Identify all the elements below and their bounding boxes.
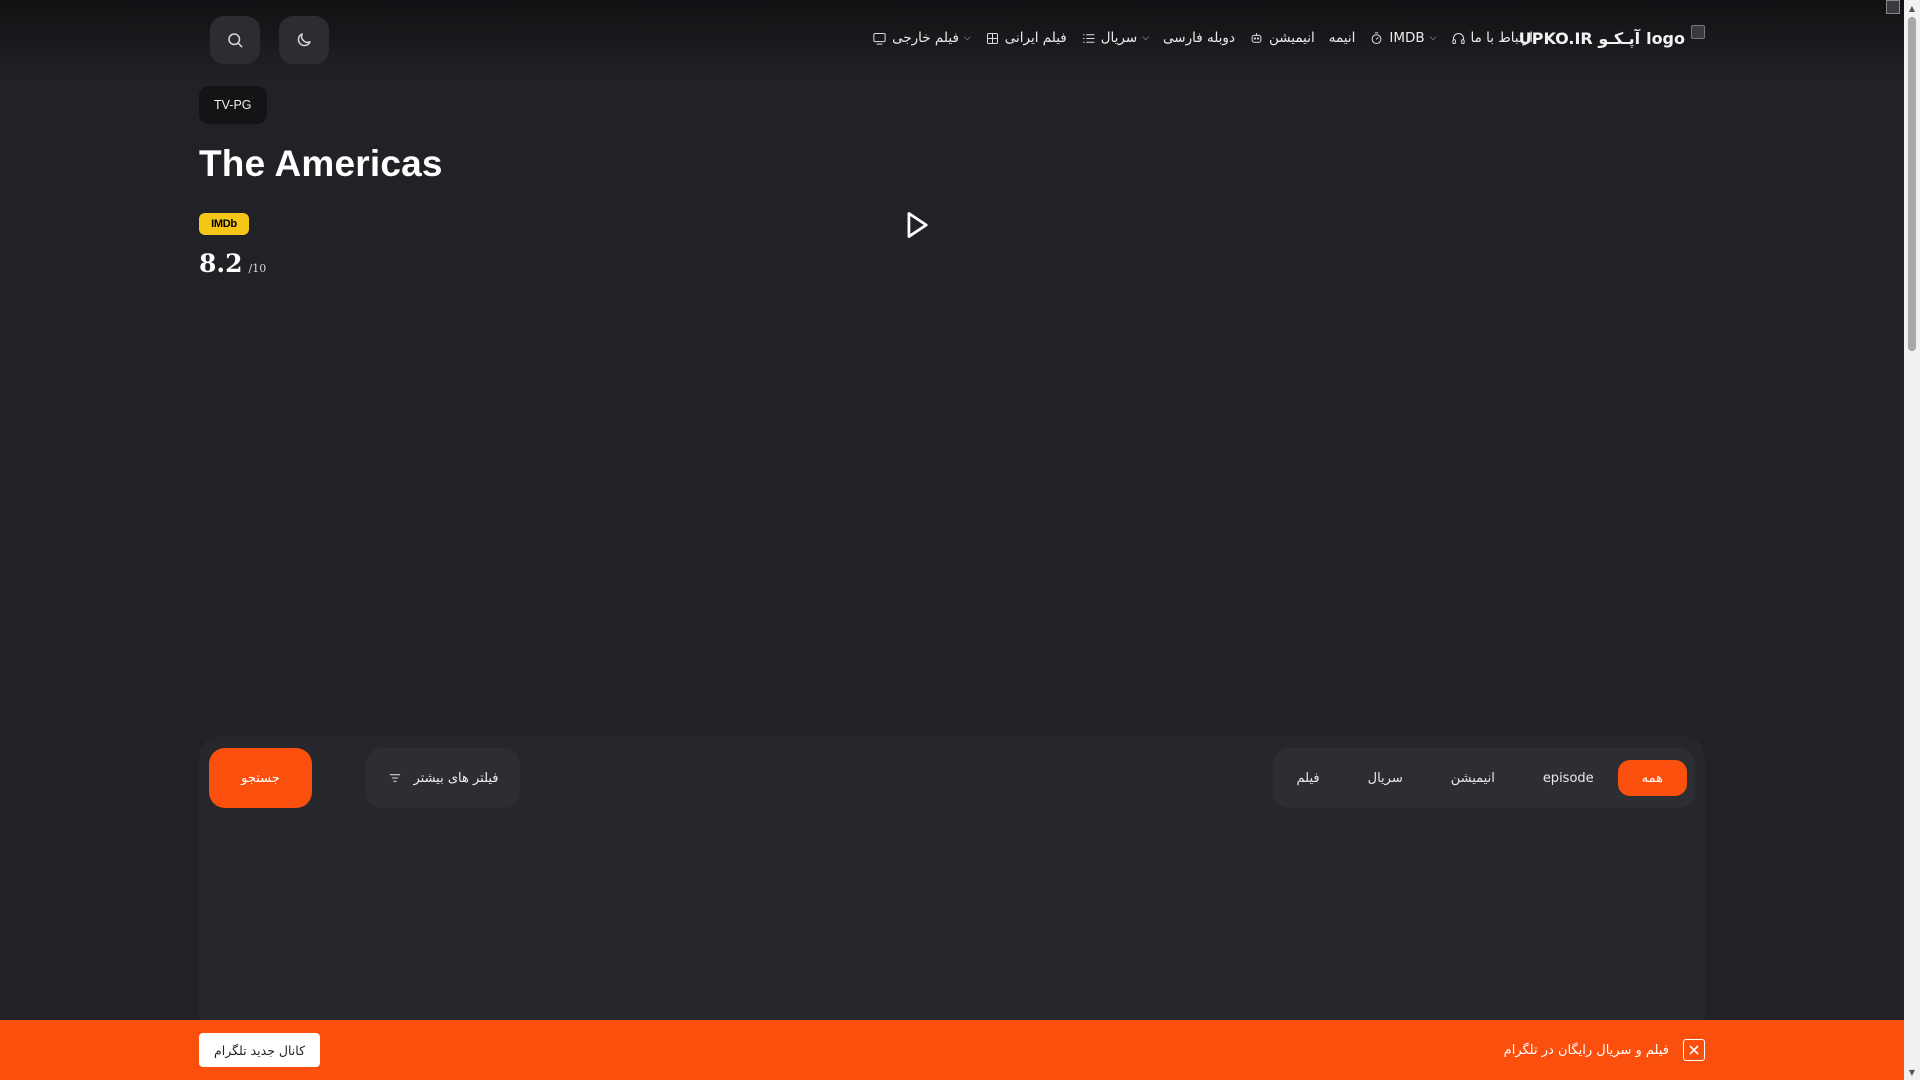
nav-label: انیمیشن: [1268, 30, 1315, 46]
play-icon: [907, 212, 928, 238]
page-title: The Americas: [199, 143, 443, 184]
nav-item-contact[interactable]: ارتباط با ما: [1451, 30, 1534, 46]
more-filters-button[interactable]: فیلتر های بیشتر: [366, 748, 520, 808]
nav-label: ارتباط با ما: [1470, 30, 1534, 46]
timer-icon: [1372, 31, 1382, 44]
robot-icon: [1251, 32, 1262, 43]
list-icon: [1082, 33, 1095, 43]
chevron-down-icon: ⌵: [963, 33, 971, 43]
scrollbar[interactable]: ▲ ▼: [1904, 0, 1920, 1080]
nav-label: سریال: [1100, 30, 1138, 46]
main-nav: فیلم خارجی ⌵ فیلم ایرانی سریال ⌵ دوبله ف…: [872, 22, 1533, 54]
telegram-channel-button[interactable]: کانال جدید تلگرام: [199, 1033, 321, 1067]
theme-toggle-button[interactable]: [279, 16, 329, 64]
page: UPKO.IR آپـکـو logo فیلم خارجی ⌵ فیلم ای…: [0, 0, 1904, 1080]
nav-label: IMDB: [1389, 30, 1425, 46]
logo-text: UPKO.IR آپـکـو: [1518, 28, 1641, 48]
score-max: /10: [248, 262, 267, 275]
tab-movie[interactable]: فیلم: [1273, 760, 1344, 796]
moon-icon: [297, 33, 311, 47]
broken-image-icon: [1886, 0, 1900, 14]
headset-icon: [1451, 32, 1465, 44]
broken-image-icon: [1691, 25, 1705, 39]
nav-label: انیمه: [1328, 30, 1356, 46]
nav-item-anime[interactable]: انیمه: [1329, 30, 1356, 46]
nav-label: فیلم ایرانی: [1004, 30, 1067, 46]
tab-episode[interactable]: episode: [1519, 760, 1618, 796]
promo-message: فیلم و سریال رایگان در تلگرام: [1504, 1039, 1705, 1061]
scroll-thumb[interactable]: [1908, 17, 1916, 351]
score-value: 8.2: [199, 249, 243, 278]
search-icon: [228, 33, 243, 48]
filter-icon: [390, 774, 401, 782]
scroll-up-arrow-icon[interactable]: ▲: [1904, 0, 1920, 16]
imdb-score: 8.2 /10: [199, 249, 266, 278]
nav-item-iranian-movies[interactable]: فیلم ایرانی: [985, 30, 1067, 46]
monitor-icon: [873, 32, 886, 45]
tab-series[interactable]: سریال: [1344, 760, 1427, 796]
search-button[interactable]: [210, 16, 260, 64]
telegram-promo-bar: کانال جدید تلگرام فیلم و سریال رایگان در…: [0, 1020, 1904, 1080]
tab-all[interactable]: همه: [1617, 760, 1687, 796]
type-tabs: همه episode انیمیشن سریال فیلم: [1273, 748, 1695, 808]
nav-label: دوبله فارسی: [1163, 30, 1235, 46]
close-promo-button[interactable]: [1683, 1039, 1705, 1061]
grid-icon: [986, 32, 998, 44]
filter-search-button[interactable]: جستجو: [209, 748, 312, 808]
nav-item-animation[interactable]: انیمیشن: [1249, 30, 1315, 46]
nav-item-series[interactable]: سریال ⌵: [1081, 30, 1149, 46]
nav-label: فیلم خارجی: [892, 30, 959, 46]
more-filters-label: فیلتر های بیشتر: [413, 770, 499, 786]
site-header: UPKO.IR آپـکـو logo فیلم خارجی ⌵ فیلم ای…: [0, 0, 1904, 80]
scroll-down-arrow-icon[interactable]: ▼: [1904, 1064, 1920, 1080]
nav-item-persian-dub[interactable]: دوبله فارسی: [1163, 30, 1235, 46]
logo-alt-text: logo: [1646, 28, 1685, 48]
tab-animation[interactable]: انیمیشن: [1427, 760, 1519, 796]
close-icon: [1689, 1045, 1699, 1055]
play-trailer-button[interactable]: [902, 209, 932, 241]
imdb-badge: IMDb: [199, 213, 249, 235]
nav-item-imdb[interactable]: IMDB ⌵: [1369, 30, 1437, 46]
chevron-down-icon: ⌵: [1142, 33, 1150, 43]
content-rating-badge: TV-PG: [199, 86, 267, 124]
promo-text: فیلم و سریال رایگان در تلگرام: [1503, 1042, 1669, 1058]
site-logo[interactable]: UPKO.IR آپـکـو logo: [1519, 25, 1705, 51]
chevron-down-icon: ⌵: [1429, 33, 1437, 43]
nav-item-foreign-movies[interactable]: فیلم خارجی ⌵: [872, 30, 971, 46]
